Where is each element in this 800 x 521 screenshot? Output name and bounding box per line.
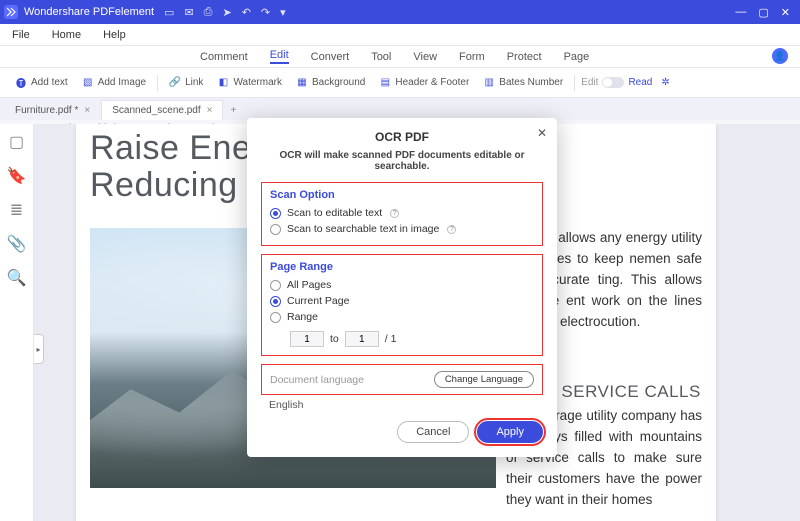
titlebar: Wondershare PDFelement ▭ ✉ ⎙ ➤ ↶ ↷ ▾ — ▢… bbox=[0, 0, 800, 24]
range-to-input[interactable] bbox=[345, 331, 379, 347]
share-icon[interactable]: ➤ bbox=[222, 6, 231, 19]
tool-background[interactable]: ▦Background bbox=[291, 75, 370, 91]
doc-tab-furniture[interactable]: Furniture.pdf * × bbox=[4, 100, 101, 120]
tool-link[interactable]: 🔗Link bbox=[164, 75, 208, 91]
text-icon: 🅣 bbox=[15, 77, 27, 89]
tab-tool[interactable]: Tool bbox=[371, 51, 391, 63]
tab-view[interactable]: View bbox=[413, 51, 437, 63]
link-icon: 🔗 bbox=[169, 77, 181, 89]
radio-icon bbox=[270, 224, 281, 235]
menu-home[interactable]: Home bbox=[52, 29, 81, 41]
radio-icon bbox=[270, 296, 281, 307]
language-value: English bbox=[261, 399, 543, 411]
mode-edit-label: Edit bbox=[581, 77, 598, 88]
change-language-button[interactable]: Change Language bbox=[434, 371, 534, 388]
radio-range[interactable]: Range bbox=[270, 309, 534, 325]
mode-read-label: Read bbox=[628, 77, 652, 88]
menu-help[interactable]: Help bbox=[103, 29, 126, 41]
language-group: Document language Change Language bbox=[261, 364, 543, 395]
settings-icon[interactable]: ✲ bbox=[656, 75, 674, 90]
scan-option-group: Scan Option Scan to editable text ? Scan… bbox=[261, 182, 543, 246]
help-icon[interactable]: ? bbox=[447, 225, 456, 234]
tab-comment[interactable]: Comment bbox=[200, 51, 248, 63]
tool-bates[interactable]: ▥Bates Number bbox=[478, 75, 568, 91]
tab-edit[interactable]: Edit bbox=[270, 49, 289, 64]
titlebar-quick-icons: ▭ ✉ ⎙ ➤ ↶ ↷ ▾ bbox=[164, 6, 286, 19]
tab-convert[interactable]: Convert bbox=[311, 51, 350, 63]
tool-watermark[interactable]: ◧Watermark bbox=[212, 75, 287, 91]
dialog-close-icon[interactable]: ✕ bbox=[537, 126, 547, 140]
user-avatar-icon[interactable]: 👤 bbox=[772, 48, 788, 64]
image-icon: ▧ bbox=[82, 77, 94, 89]
window-controls: — ▢ ✕ bbox=[735, 6, 796, 19]
dialog-title: OCR PDF bbox=[261, 130, 543, 144]
expand-handle-icon[interactable]: ▸ bbox=[34, 334, 44, 364]
doc-tab-scanned[interactable]: Scanned_scene.pdf × bbox=[101, 100, 223, 120]
search-icon[interactable]: 🔍 bbox=[7, 268, 27, 288]
document-tabs: Furniture.pdf * × Scanned_scene.pdf × + bbox=[0, 98, 800, 120]
tab-form[interactable]: Form bbox=[459, 51, 485, 63]
range-total: / 1 bbox=[385, 333, 397, 345]
range-from-input[interactable] bbox=[290, 331, 324, 347]
menu-file[interactable]: File bbox=[12, 29, 30, 41]
watermark-icon: ◧ bbox=[217, 77, 229, 89]
radio-icon bbox=[270, 312, 281, 323]
undo-icon[interactable]: ↶ bbox=[242, 6, 251, 19]
toolbar: 🅣Add text ▧Add Image 🔗Link ◧Watermark ▦B… bbox=[0, 68, 800, 98]
maximize-icon[interactable]: ▢ bbox=[758, 6, 768, 19]
cancel-button[interactable]: Cancel bbox=[397, 421, 469, 443]
tool-add-image[interactable]: ▧Add Image bbox=[77, 75, 151, 91]
minimize-icon[interactable]: — bbox=[735, 6, 746, 19]
help-icon[interactable]: ? bbox=[390, 209, 399, 218]
layers-icon[interactable]: ≣ bbox=[10, 200, 23, 220]
add-tab-button[interactable]: + bbox=[223, 100, 243, 120]
separator bbox=[574, 75, 575, 91]
background-icon: ▦ bbox=[296, 77, 308, 89]
page-range-title: Page Range bbox=[270, 261, 534, 273]
radio-current-page[interactable]: Current Page bbox=[270, 293, 534, 309]
app-logo bbox=[4, 5, 18, 19]
range-inputs: to / 1 bbox=[290, 331, 534, 347]
left-rail: ▢ 🔖 ≣ 📎 🔍 bbox=[0, 124, 34, 521]
radio-scan-editable[interactable]: Scan to editable text ? bbox=[270, 205, 534, 221]
app-title: Wondershare PDFelement bbox=[24, 6, 154, 18]
thumbnails-icon[interactable]: ▢ bbox=[9, 132, 24, 152]
radio-icon bbox=[270, 280, 281, 291]
ocr-dialog: ✕ OCR PDF OCR will make scanned PDF docu… bbox=[247, 118, 557, 457]
dialog-actions: Cancel Apply bbox=[261, 421, 543, 443]
open-icon[interactable]: ▭ bbox=[164, 6, 174, 19]
menubar: File Home Help bbox=[0, 24, 800, 46]
separator bbox=[157, 75, 158, 91]
print-icon[interactable]: ⎙ bbox=[204, 6, 213, 19]
scan-option-title: Scan Option bbox=[270, 189, 534, 201]
page-range-group: Page Range All Pages Current Page Range … bbox=[261, 254, 543, 356]
bookmarks-icon[interactable]: 🔖 bbox=[7, 166, 27, 186]
apply-button[interactable]: Apply bbox=[477, 421, 543, 443]
bates-icon: ▥ bbox=[483, 77, 495, 89]
header-footer-icon: ▤ bbox=[379, 77, 391, 89]
tab-close-icon[interactable]: × bbox=[207, 105, 213, 116]
mail-icon[interactable]: ✉ bbox=[184, 6, 193, 19]
radio-all-pages[interactable]: All Pages bbox=[270, 277, 534, 293]
tool-header-footer[interactable]: ▤Header & Footer bbox=[374, 75, 474, 91]
tab-protect[interactable]: Protect bbox=[507, 51, 542, 63]
radio-icon bbox=[270, 208, 281, 219]
radio-scan-searchable[interactable]: Scan to searchable text in image ? bbox=[270, 221, 534, 237]
tab-page[interactable]: Page bbox=[564, 51, 590, 63]
redo-icon[interactable]: ↷ bbox=[261, 6, 270, 19]
edit-read-toggle[interactable] bbox=[602, 77, 624, 88]
tool-add-text[interactable]: 🅣Add text bbox=[10, 75, 73, 91]
close-icon[interactable]: ✕ bbox=[781, 6, 790, 19]
dropdown-icon[interactable]: ▾ bbox=[280, 6, 286, 19]
language-label: Document language bbox=[270, 374, 364, 386]
ribbon-tabs: Comment Edit Convert Tool View Form Prot… bbox=[0, 46, 800, 68]
attachments-icon[interactable]: 📎 bbox=[7, 234, 27, 254]
tab-close-icon[interactable]: × bbox=[84, 105, 90, 116]
dialog-subtitle: OCR will make scanned PDF documents edit… bbox=[261, 150, 543, 172]
